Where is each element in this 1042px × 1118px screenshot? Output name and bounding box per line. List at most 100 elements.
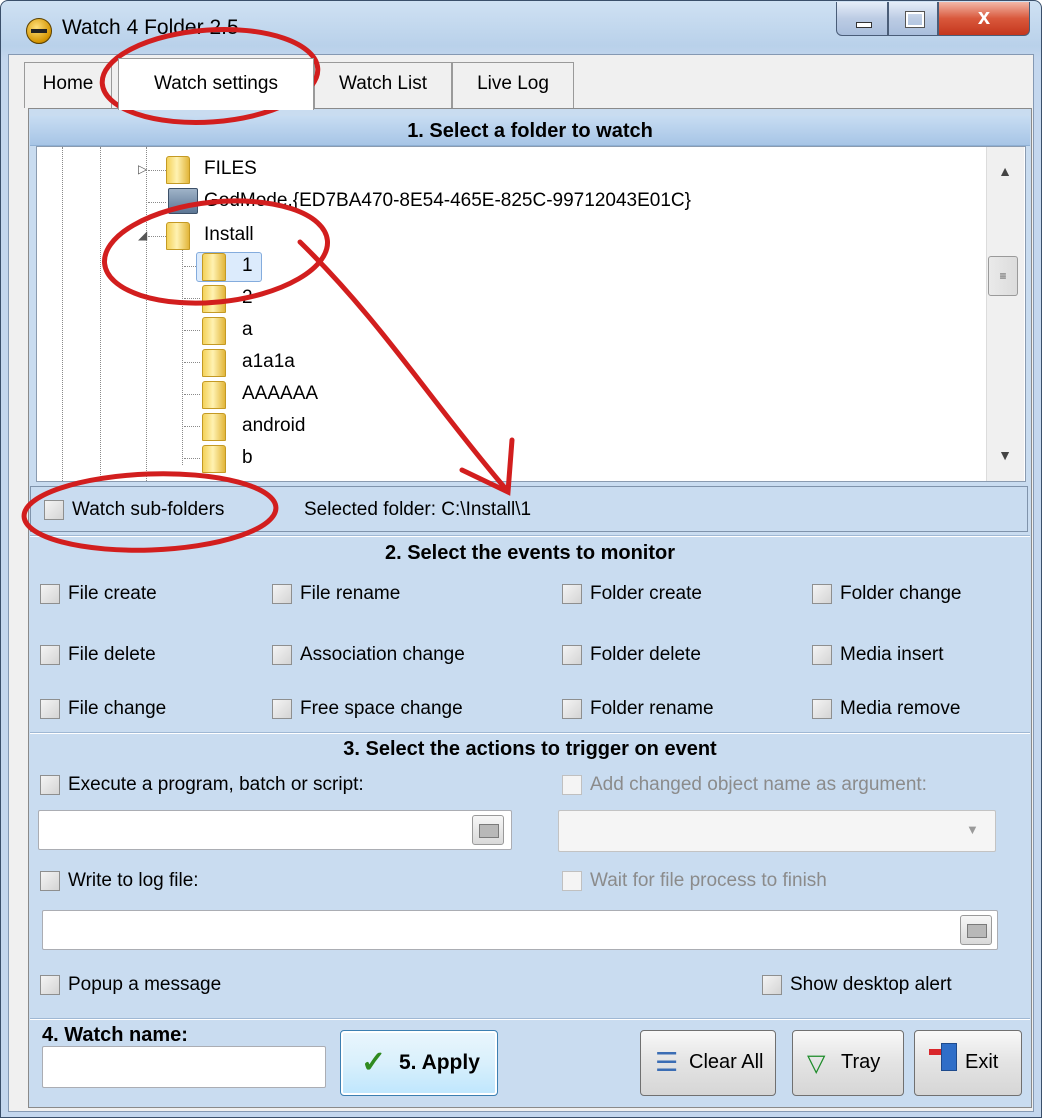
popup-message-checkbox[interactable] [40, 975, 60, 995]
desktop-alert-label: Show desktop alert [790, 974, 952, 995]
folder-icon [166, 222, 190, 250]
tab-live-log-label: Live Log [477, 73, 549, 94]
tree-guide-line [100, 147, 101, 481]
file-change-label: File change [68, 698, 167, 719]
tree-guide-line [184, 458, 200, 459]
tab-home-label: Home [42, 73, 94, 94]
tree-item-b[interactable]: b [242, 447, 253, 477]
free-space-change-checkbox[interactable] [272, 699, 292, 719]
file-change-checkbox[interactable] [40, 699, 60, 719]
scroll-thumb[interactable]: ≡ [988, 256, 1018, 296]
tab-watch-settings-label: Watch settings [154, 73, 278, 94]
tree-item-a1a1a[interactable]: a1a1a [242, 351, 295, 381]
tree-item-1[interactable]: 1 [242, 255, 253, 285]
maximize-button[interactable] [888, 2, 938, 36]
folder-delete-label: Folder delete [590, 644, 701, 665]
window-title: Watch 4 Folder 2.5 [62, 16, 239, 39]
folder-icon [202, 253, 226, 281]
media-remove-checkbox[interactable] [812, 699, 832, 719]
watch-subfolders-label: Watch sub-folders [72, 499, 225, 520]
list-icon: ☰ [655, 1047, 679, 1077]
close-button[interactable]: x [938, 2, 1030, 36]
wait-process-checkbox[interactable] [562, 871, 582, 891]
desktop-alert-checkbox[interactable] [762, 975, 782, 995]
apply-button[interactable]: ✓ 5. Apply [340, 1030, 498, 1096]
add-argument-label: Add changed object name as argument: [590, 774, 927, 795]
folder-change-label: Folder change [840, 583, 962, 604]
media-remove-label: Media remove [840, 698, 961, 719]
write-log-checkbox[interactable] [40, 871, 60, 891]
tab-watch-settings[interactable]: Watch settings [118, 58, 314, 110]
collapse-arrow-icon[interactable]: ◢ [138, 228, 147, 242]
folder-rename-checkbox[interactable] [562, 699, 582, 719]
file-create-checkbox[interactable] [40, 584, 60, 604]
tray-button-label: Tray [841, 1051, 881, 1073]
folder-icon [202, 413, 226, 441]
tree-scrollbar[interactable] [986, 147, 1024, 481]
log-file-input[interactable] [42, 910, 998, 950]
folder-icon [202, 317, 226, 345]
folder-icon [202, 445, 226, 473]
tray-button[interactable]: ▽ Tray [792, 1030, 904, 1096]
minimize-button[interactable] [836, 2, 888, 36]
tab-home[interactable]: Home [24, 62, 112, 108]
browse-program-button[interactable] [472, 815, 504, 845]
folder-create-checkbox[interactable] [562, 584, 582, 604]
apply-button-label: 5. Apply [399, 1051, 480, 1074]
tree-guide-line [184, 298, 200, 299]
folder-icon [202, 349, 226, 377]
tree-item-a[interactable]: a [242, 319, 253, 349]
tree-item-files[interactable]: FILES [204, 158, 257, 188]
tree-guide-line [148, 170, 166, 171]
expand-arrow-icon[interactable]: ▷ [138, 162, 147, 176]
scroll-up-icon[interactable]: ▲ [986, 156, 1024, 186]
tree-item-2[interactable]: 2 [242, 287, 253, 317]
add-argument-checkbox[interactable] [562, 775, 582, 795]
watch-subfolders-checkbox[interactable] [44, 500, 64, 520]
folder-icon [202, 285, 226, 313]
association-change-label: Association change [300, 644, 465, 665]
scroll-down-icon[interactable]: ▼ [986, 440, 1024, 470]
media-insert-checkbox[interactable] [812, 645, 832, 665]
exit-button-label: Exit [965, 1051, 999, 1073]
file-rename-checkbox[interactable] [272, 584, 292, 604]
section-1-title: 1. Select a folder to watch [30, 116, 1030, 146]
association-change-checkbox[interactable] [272, 645, 292, 665]
folder-delete-checkbox[interactable] [562, 645, 582, 665]
chevron-down-icon[interactable]: ▼ [966, 822, 979, 837]
tree-guide-line [184, 362, 200, 363]
selected-folder-text: Selected folder: C:\Install\1 [304, 499, 532, 520]
close-icon: x [977, 4, 991, 29]
file-create-label: File create [68, 583, 157, 604]
clear-all-button-label: Clear All [689, 1051, 764, 1073]
execute-program-checkbox[interactable] [40, 775, 60, 795]
watch-name-input[interactable] [42, 1046, 326, 1088]
tree-item-android[interactable]: android [242, 415, 305, 445]
folder-icon [202, 381, 226, 409]
tree-item-godmode[interactable]: GodMode.{ED7BA470-8E54-465E-825C-9971204… [204, 190, 691, 220]
folder-icon [166, 156, 190, 184]
exit-door-icon [941, 1043, 957, 1071]
tree-guide-line [184, 330, 200, 331]
down-triangle-icon: ▽ [807, 1050, 826, 1077]
media-insert-label: Media insert [840, 644, 944, 665]
tab-watch-list[interactable]: Watch List [314, 62, 452, 108]
watch-name-label: 4. Watch name: [42, 1024, 188, 1046]
tree-item-aaaaaa[interactable]: AAAAAA [242, 383, 318, 413]
tab-live-log[interactable]: Live Log [452, 62, 574, 108]
clear-all-button[interactable]: ☰ Clear All [640, 1030, 776, 1096]
section-2-title: 2. Select the events to monitor [384, 542, 676, 564]
file-delete-checkbox[interactable] [40, 645, 60, 665]
file-rename-label: File rename [300, 583, 401, 604]
popup-message-label: Popup a message [68, 974, 222, 995]
argument-dropdown[interactable] [558, 810, 996, 852]
exit-button[interactable]: Exit [914, 1030, 1022, 1096]
folder-change-checkbox[interactable] [812, 584, 832, 604]
browse-log-button[interactable] [960, 915, 992, 945]
tree-item-install[interactable]: Install [204, 224, 254, 254]
write-log-label: Write to log file: [68, 870, 199, 891]
program-path-input[interactable] [38, 810, 512, 850]
checkmark-icon: ✓ [361, 1046, 387, 1079]
free-space-change-label: Free space change [300, 698, 463, 719]
tree-guide-line [62, 147, 63, 481]
